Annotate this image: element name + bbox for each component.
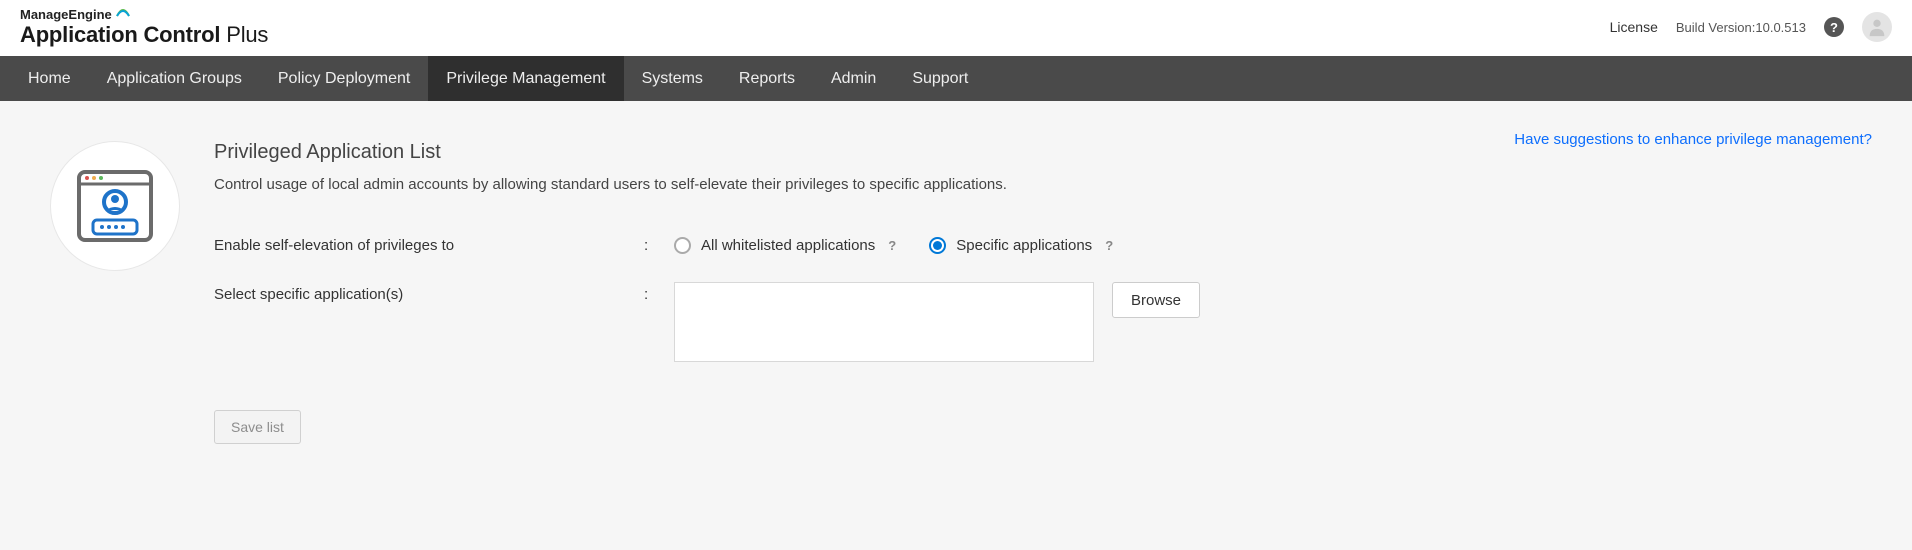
radio-group-elevation-scope: All whitelisted applications ? Specific … xyxy=(674,233,1116,254)
enable-label: Enable self-elevation of privileges to xyxy=(214,233,644,254)
brand-product-suffix: Plus xyxy=(226,22,268,47)
brand-company: ManageEngine xyxy=(20,7,268,22)
save-list-button[interactable]: Save list xyxy=(214,410,301,444)
brand-company-text: ManageEngine xyxy=(20,7,112,22)
selected-applications-input[interactable] xyxy=(674,282,1094,362)
nav-systems[interactable]: Systems xyxy=(624,56,721,101)
radio-all-whitelisted-label: All whitelisted applications xyxy=(701,237,875,254)
colon-1: : xyxy=(644,233,674,254)
radio-all-whitelisted[interactable] xyxy=(674,237,691,254)
top-bar: ManageEngine Application Control Plus Li… xyxy=(0,0,1912,56)
help-icon[interactable]: ? xyxy=(1824,17,1844,37)
panel-illustration xyxy=(50,141,180,271)
content-area: Have suggestions to enhance privilege ma… xyxy=(0,101,1912,550)
nav-privilege-management[interactable]: Privilege Management xyxy=(428,56,623,101)
nav-policy-deployment[interactable]: Policy Deployment xyxy=(260,56,429,101)
main-nav: Home Application Groups Policy Deploymen… xyxy=(0,56,1912,101)
suggestion-link[interactable]: Have suggestions to enhance privilege ma… xyxy=(1514,131,1872,148)
brand-product: Application Control Plus xyxy=(20,22,268,48)
form-row-select-apps: Select specific application(s) : Browse xyxy=(214,282,1862,362)
brand: ManageEngine Application Control Plus xyxy=(20,7,268,48)
radio-specific[interactable] xyxy=(929,237,946,254)
radio-option-specific[interactable]: Specific applications ? xyxy=(929,237,1116,254)
browse-button[interactable]: Browse xyxy=(1112,282,1200,318)
nav-reports[interactable]: Reports xyxy=(721,56,813,101)
brand-swoosh-icon xyxy=(116,6,130,20)
license-link[interactable]: License xyxy=(1610,19,1658,35)
help-icon-all-whitelisted[interactable]: ? xyxy=(885,239,899,253)
nav-home[interactable]: Home xyxy=(10,56,89,101)
app-window-icon xyxy=(75,168,155,244)
privileged-apps-panel: Privileged Application List Control usag… xyxy=(50,141,1862,444)
radio-specific-label: Specific applications xyxy=(956,237,1092,254)
help-icon-specific[interactable]: ? xyxy=(1102,239,1116,253)
panel-body: Privileged Application List Control usag… xyxy=(214,141,1862,444)
radio-option-all-whitelisted[interactable]: All whitelisted applications ? xyxy=(674,237,899,254)
user-avatar[interactable] xyxy=(1862,12,1892,42)
nav-admin[interactable]: Admin xyxy=(813,56,894,101)
top-bar-right: License Build Version:10.0.513 ? xyxy=(1610,12,1892,42)
build-version: Build Version:10.0.513 xyxy=(1676,20,1806,35)
form-row-enable: Enable self-elevation of privileges to :… xyxy=(214,233,1862,254)
colon-2: : xyxy=(644,282,674,303)
nav-support[interactable]: Support xyxy=(894,56,986,101)
select-apps-label: Select specific application(s) xyxy=(214,282,644,303)
brand-product-strong: Application Control xyxy=(20,22,220,47)
select-apps-field: Browse xyxy=(674,282,1200,362)
page-description: Control usage of local admin accounts by… xyxy=(214,176,1862,193)
nav-application-groups[interactable]: Application Groups xyxy=(89,56,260,101)
